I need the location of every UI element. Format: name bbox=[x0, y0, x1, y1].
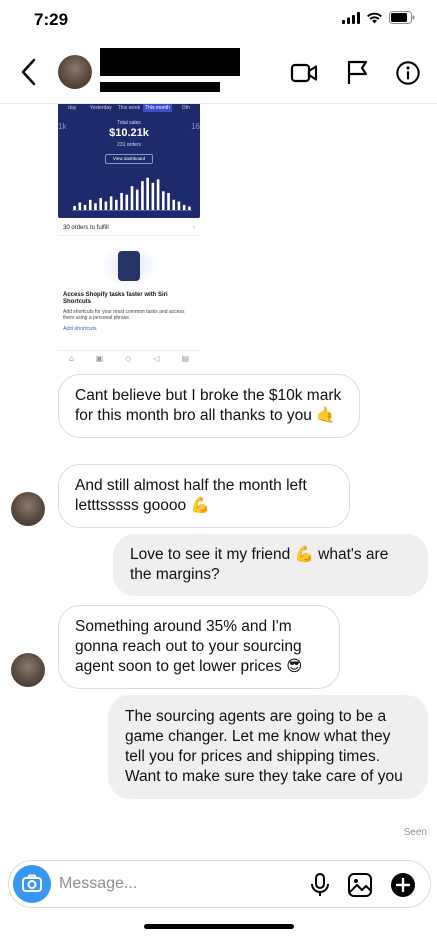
phone-illustration bbox=[118, 251, 140, 281]
sales-bar bbox=[88, 199, 92, 210]
message-composer: Message... bbox=[8, 860, 431, 908]
camera-icon bbox=[22, 874, 42, 892]
fulfill-text: 30 orders to fulfill bbox=[63, 225, 109, 231]
sales-bar bbox=[182, 204, 186, 210]
sales-bar bbox=[104, 201, 108, 210]
sales-bar-chart bbox=[72, 177, 192, 211]
cellular-signal-icon bbox=[342, 11, 360, 24]
message-text: And still almost half the month left let… bbox=[75, 477, 307, 514]
sales-bar bbox=[172, 199, 176, 210]
tab-other: Oth bbox=[181, 105, 190, 111]
sales-bar bbox=[135, 189, 139, 210]
message-text: Something around 35% and I'm gonna reach… bbox=[75, 618, 303, 675]
contact-avatar[interactable] bbox=[58, 55, 92, 89]
battery-icon bbox=[389, 11, 415, 24]
message-received[interactable]: And still almost half the month left let… bbox=[58, 464, 350, 528]
orders-to-fulfill-row: 30 orders to fulfill › bbox=[58, 220, 200, 236]
sales-bar bbox=[130, 186, 134, 210]
home-indicator bbox=[144, 924, 294, 929]
video-call-icon[interactable] bbox=[290, 60, 318, 86]
message-text: The sourcing agents are going to be a ga… bbox=[125, 708, 403, 785]
message-text: Love to see it my friend 💪 what's are th… bbox=[130, 546, 389, 583]
sales-bar bbox=[99, 198, 102, 210]
sales-bar bbox=[115, 199, 118, 210]
shared-screenshot[interactable]: day Yesterday This week This month Oth 1… bbox=[58, 104, 200, 366]
sales-bar bbox=[78, 202, 82, 210]
microphone-icon[interactable] bbox=[307, 872, 333, 898]
message-received[interactable]: Cant believe but I broke the $10k mark f… bbox=[58, 374, 360, 438]
sales-bar bbox=[83, 204, 87, 210]
sales-panel: day Yesterday This week This month Oth 1… bbox=[58, 104, 200, 218]
gallery-icon[interactable] bbox=[347, 872, 373, 898]
message-text: Cant believe but I broke the $10k mark f… bbox=[75, 387, 342, 424]
sales-bar bbox=[109, 196, 113, 210]
camera-button[interactable] bbox=[13, 865, 51, 903]
date-tabs: day Yesterday This week This month Oth bbox=[58, 104, 200, 112]
sales-bar bbox=[162, 191, 165, 210]
tag-icon: ◇ bbox=[125, 354, 132, 363]
view-dashboard-button: View dashboard bbox=[105, 154, 153, 164]
sales-bar bbox=[156, 179, 160, 210]
orders-icon: ▣ bbox=[95, 354, 104, 363]
sales-bar bbox=[188, 206, 191, 210]
megaphone-icon: ◁ bbox=[153, 354, 160, 363]
siri-description: Add shortcuts for your most common tasks… bbox=[63, 309, 185, 321]
shopify-bottom-nav: ⌂ ▣ ◇ ◁ ▤ bbox=[58, 350, 200, 366]
sales-bar bbox=[125, 194, 129, 210]
sales-bar bbox=[151, 182, 155, 210]
wifi-icon bbox=[367, 12, 382, 23]
status-time: 7:29 bbox=[34, 10, 69, 29]
status-icons bbox=[342, 11, 415, 24]
back-chevron-icon[interactable] bbox=[14, 54, 44, 90]
tab-day: day bbox=[68, 105, 77, 111]
sales-bar bbox=[120, 193, 123, 210]
flag-icon[interactable] bbox=[344, 60, 372, 86]
message-sent[interactable]: Love to see it my friend 💪 what's are th… bbox=[113, 534, 428, 596]
sales-bar bbox=[141, 181, 144, 210]
tab-this-week: This week bbox=[117, 105, 141, 111]
message-sent[interactable]: The sourcing agents are going to be a ga… bbox=[108, 695, 428, 799]
sales-bar bbox=[73, 205, 76, 210]
plus-circle-icon[interactable] bbox=[390, 872, 416, 898]
total-sales-value: $10.21k bbox=[109, 127, 149, 139]
siri-shortcuts-illustration bbox=[102, 246, 156, 286]
chat-thread[interactable]: day Yesterday This week This month Oth 1… bbox=[0, 104, 437, 852]
sender-avatar[interactable] bbox=[11, 492, 45, 526]
sales-bar bbox=[146, 177, 149, 210]
chat-header bbox=[0, 40, 437, 104]
seen-receipt: Seen bbox=[403, 827, 427, 838]
tab-this-month: This month bbox=[143, 104, 172, 112]
redacted-name bbox=[100, 48, 240, 76]
total-sales-label: Total sales bbox=[117, 120, 141, 126]
redacted-username bbox=[100, 82, 220, 92]
siri-title: Access Shopify tasks faster with Siri Sh… bbox=[63, 292, 168, 305]
orders-count: 231 orders bbox=[117, 142, 141, 148]
chevron-right-icon: › bbox=[193, 225, 195, 231]
message-received[interactable]: Something around 35% and I'm gonna reach… bbox=[58, 605, 340, 689]
info-icon[interactable] bbox=[394, 60, 422, 86]
tab-yesterday: Yesterday bbox=[89, 105, 112, 111]
sender-avatar[interactable] bbox=[11, 653, 45, 687]
sales-bar bbox=[94, 203, 97, 210]
store-icon: ▤ bbox=[181, 354, 189, 363]
message-input[interactable]: Message... bbox=[59, 875, 137, 893]
add-shortcuts-link: Add shortcuts bbox=[63, 326, 97, 332]
sales-bar bbox=[167, 193, 170, 210]
status-bar: 7:29 bbox=[0, 0, 437, 40]
home-icon: ⌂ bbox=[68, 354, 74, 363]
sales-bar bbox=[177, 201, 181, 210]
